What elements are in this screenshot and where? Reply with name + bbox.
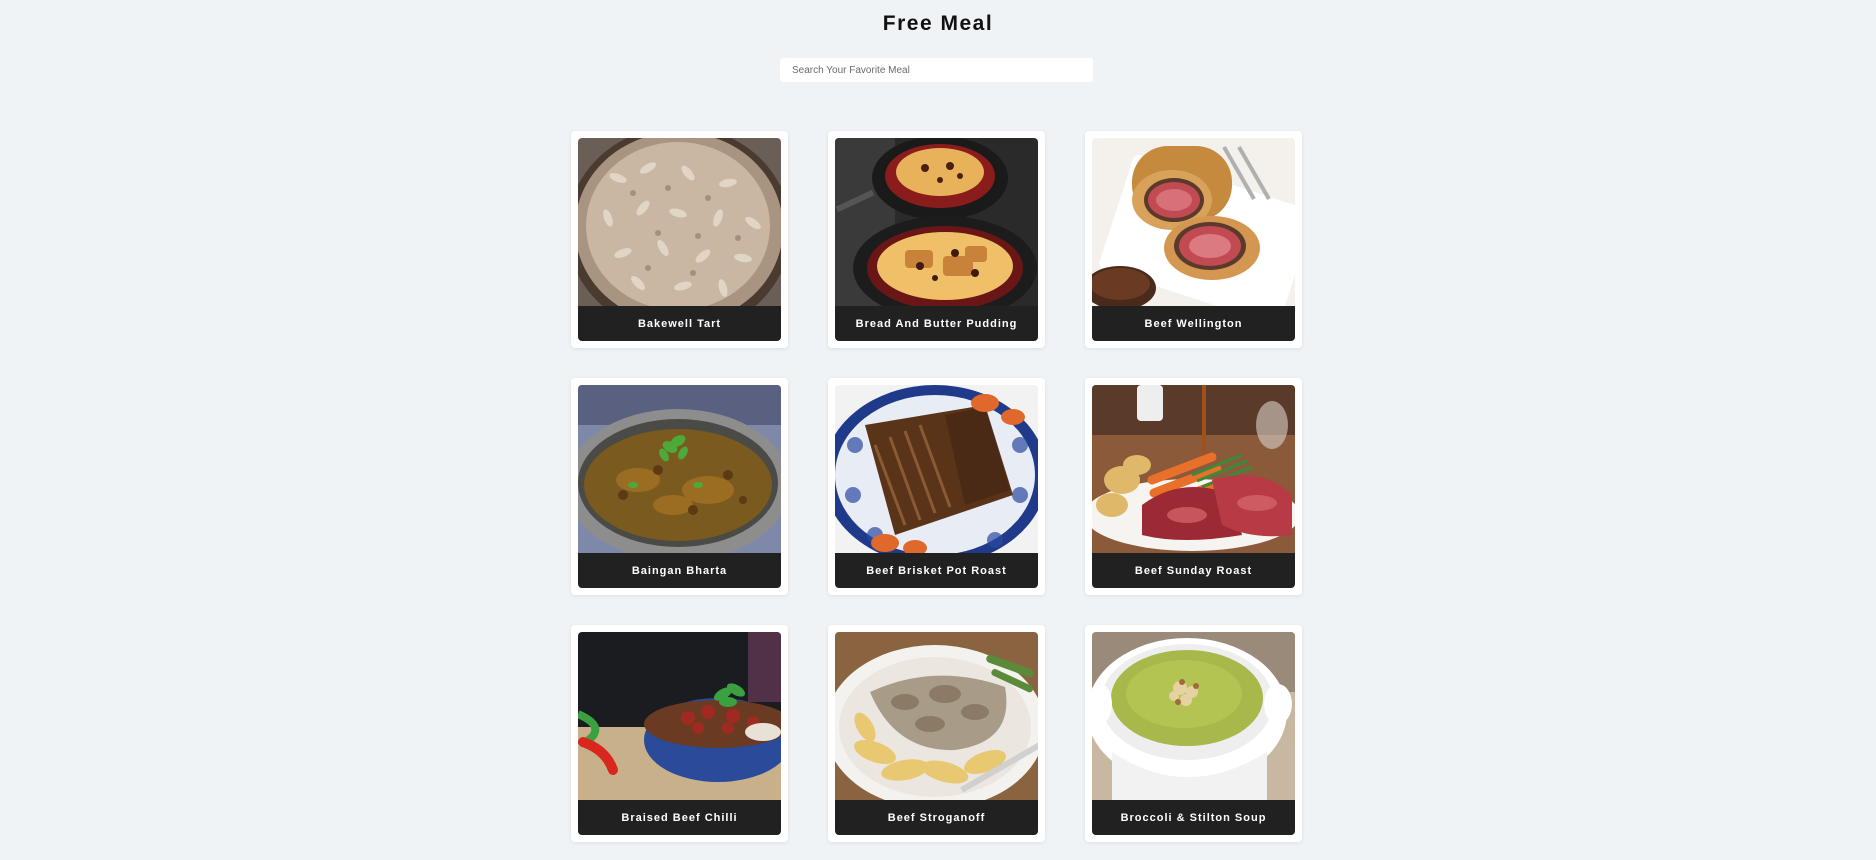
meal-name: Beef Sunday Roast <box>1092 553 1295 588</box>
meal-card[interactable]: Beef Wellington <box>1085 131 1302 348</box>
meal-name: Braised Beef Chilli <box>578 800 781 835</box>
meal-image[interactable] <box>835 138 1038 306</box>
bakewell-tart-photo <box>578 138 781 306</box>
meal-name: Beef Stroganoff <box>835 800 1038 835</box>
meal-image[interactable] <box>1092 385 1295 553</box>
meal-grid: Bakewell Tart Bread And Butter Pudding B… <box>571 131 1302 842</box>
meal-page: Free Meal Search Your Favorite Meal Bake… <box>0 0 1876 860</box>
meal-card[interactable]: Bakewell Tart <box>571 131 788 348</box>
meal-name: Beef Brisket Pot Roast <box>835 553 1038 588</box>
broccoli-stilton-soup-photo <box>1092 632 1295 800</box>
meal-image[interactable] <box>835 385 1038 553</box>
meal-image[interactable] <box>835 632 1038 800</box>
meal-name: Bakewell Tart <box>578 306 781 341</box>
meal-image[interactable] <box>578 632 781 800</box>
braised-beef-chilli-photo <box>578 632 781 800</box>
bread-and-butter-pudding-photo <box>835 138 1038 306</box>
meal-card[interactable]: Beef Stroganoff <box>828 625 1045 842</box>
meal-name: Broccoli & Stilton Soup <box>1092 800 1295 835</box>
meal-image[interactable] <box>578 385 781 553</box>
beef-brisket-pot-roast-photo <box>835 385 1038 553</box>
beef-stroganoff-photo <box>835 632 1038 800</box>
meal-card[interactable]: Beef Sunday Roast <box>1085 378 1302 595</box>
meal-name: Beef Wellington <box>1092 306 1295 341</box>
meal-name: Baingan Bharta <box>578 553 781 588</box>
meal-card[interactable]: Broccoli & Stilton Soup <box>1085 625 1302 842</box>
beef-wellington-photo <box>1092 138 1295 306</box>
meal-card[interactable]: Baingan Bharta <box>571 378 788 595</box>
meal-card[interactable]: Beef Brisket Pot Roast <box>828 378 1045 595</box>
meal-name: Bread And Butter Pudding <box>835 306 1038 341</box>
page-title: Free Meal <box>882 12 994 35</box>
meal-image[interactable] <box>1092 138 1295 306</box>
meal-card[interactable]: Braised Beef Chilli <box>571 625 788 842</box>
meal-image[interactable] <box>1092 632 1295 800</box>
meal-image[interactable] <box>578 138 781 306</box>
search-input[interactable] <box>780 58 1093 82</box>
meal-card[interactable]: Bread And Butter Pudding <box>828 131 1045 348</box>
baingan-bharta-photo <box>578 385 781 553</box>
beef-sunday-roast-photo <box>1092 385 1295 553</box>
